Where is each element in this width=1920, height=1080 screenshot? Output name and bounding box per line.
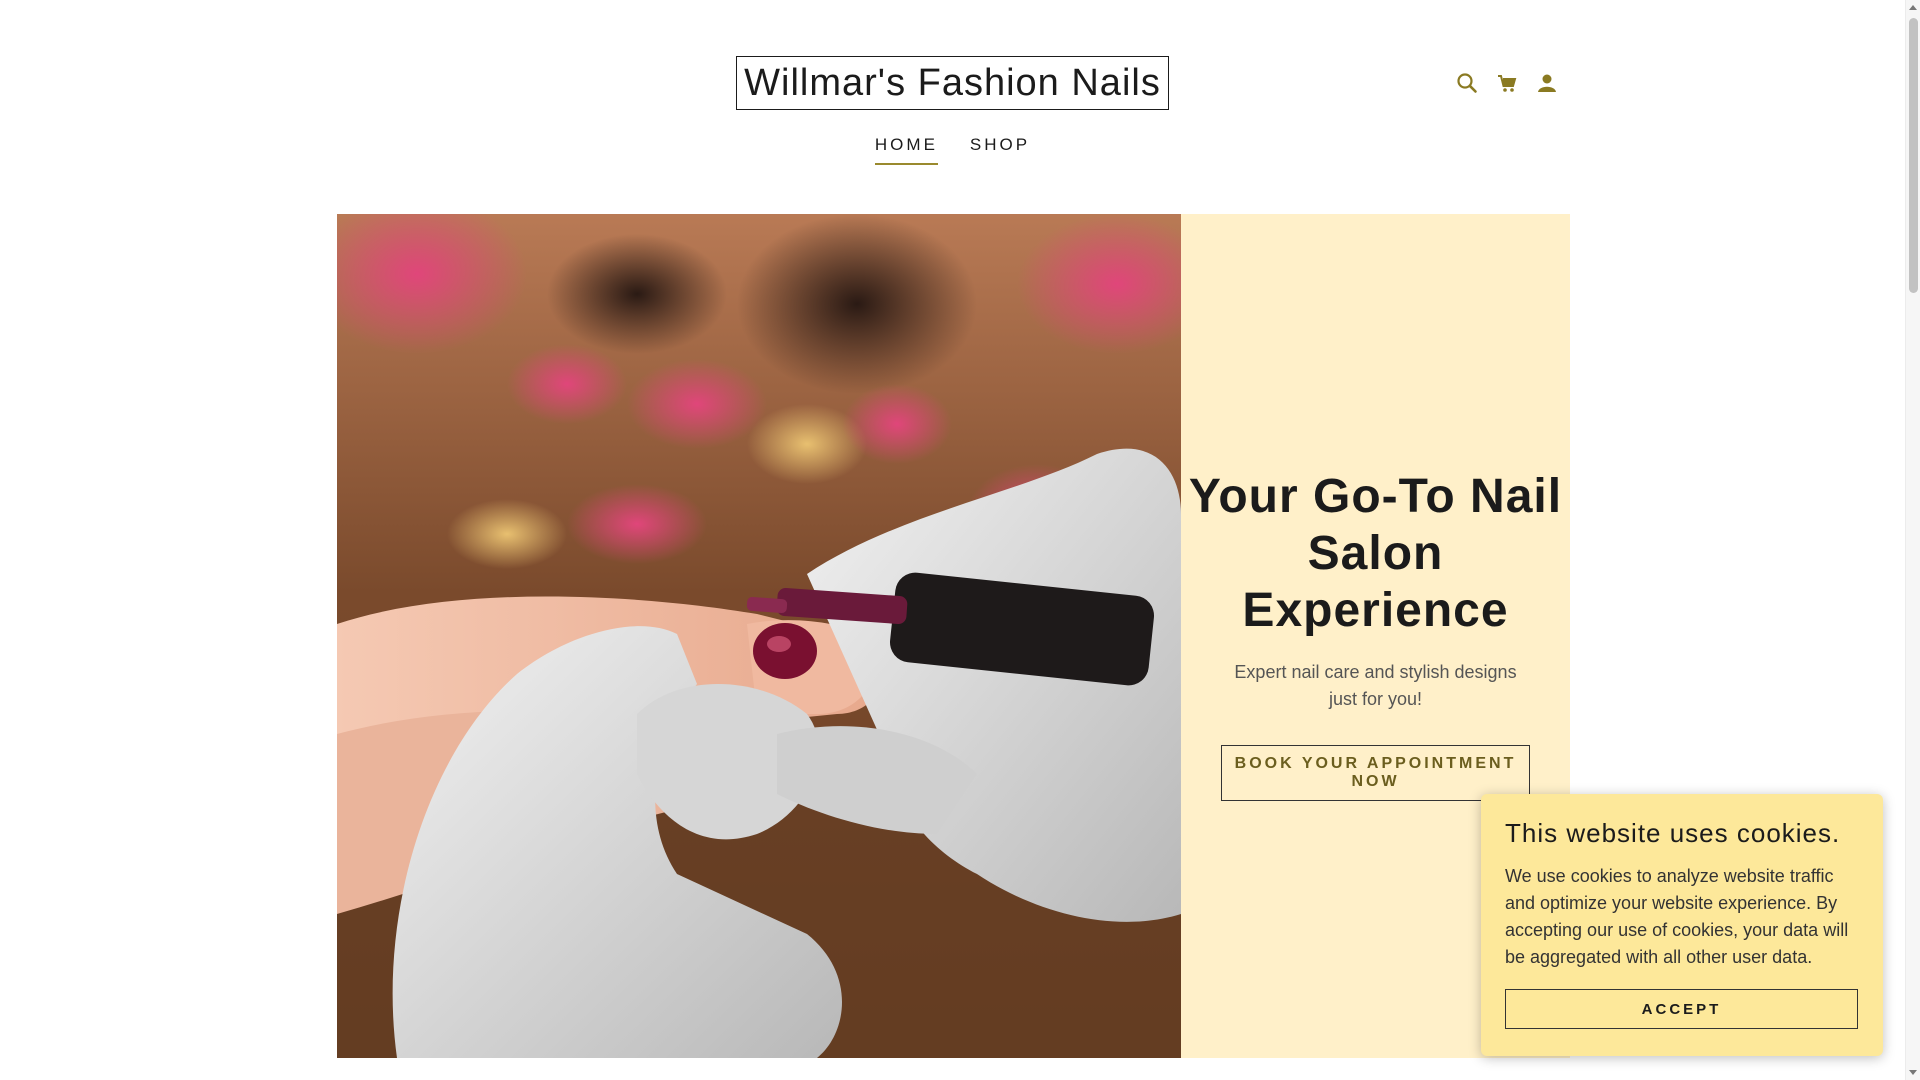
- hero-subtext: Expert nail care and stylish designs jus…: [1234, 662, 1517, 709]
- book-appointment-label: BOOK YOUR APPOINTMENT NOW: [1234, 755, 1517, 790]
- cookie-title: This website uses cookies.: [1505, 818, 1841, 848]
- header-actions: [1454, 70, 1560, 96]
- nav-item-shop[interactable]: SHOP: [970, 135, 1030, 165]
- scroll-up-icon[interactable]: [1909, 5, 1917, 10]
- account-icon[interactable]: [1534, 70, 1560, 96]
- cart-icon[interactable]: [1494, 70, 1520, 96]
- cookie-text: We use cookies to analyze website traffi…: [1505, 866, 1849, 967]
- site-title: Willmar's Fashion Nails: [744, 61, 1161, 104]
- search-icon[interactable]: [1454, 70, 1480, 96]
- accept-cookies-button[interactable]: ACCEPT: [1505, 989, 1858, 1029]
- hero-image: [337, 214, 1181, 1058]
- page: Willmar's Fashion Nails HOME SHOP Your G…: [0, 0, 1920, 1080]
- page-scrollbar[interactable]: [1905, 0, 1920, 1080]
- site-logo[interactable]: Willmar's Fashion Nails: [736, 56, 1169, 110]
- nav-item-home[interactable]: HOME: [874, 135, 938, 165]
- scrollbar-thumb[interactable]: [1909, 18, 1918, 293]
- accept-label: ACCEPT: [1641, 1000, 1722, 1018]
- hero-heading: Your Go-To Nail Salon Experience: [1188, 470, 1563, 637]
- book-appointment-button[interactable]: BOOK YOUR APPOINTMENT NOW: [1221, 745, 1530, 801]
- cookie-banner: This website uses cookies. We use cookie…: [1481, 794, 1883, 1056]
- scroll-down-icon[interactable]: [1909, 1070, 1917, 1075]
- main-nav: HOME SHOP: [0, 135, 1905, 165]
